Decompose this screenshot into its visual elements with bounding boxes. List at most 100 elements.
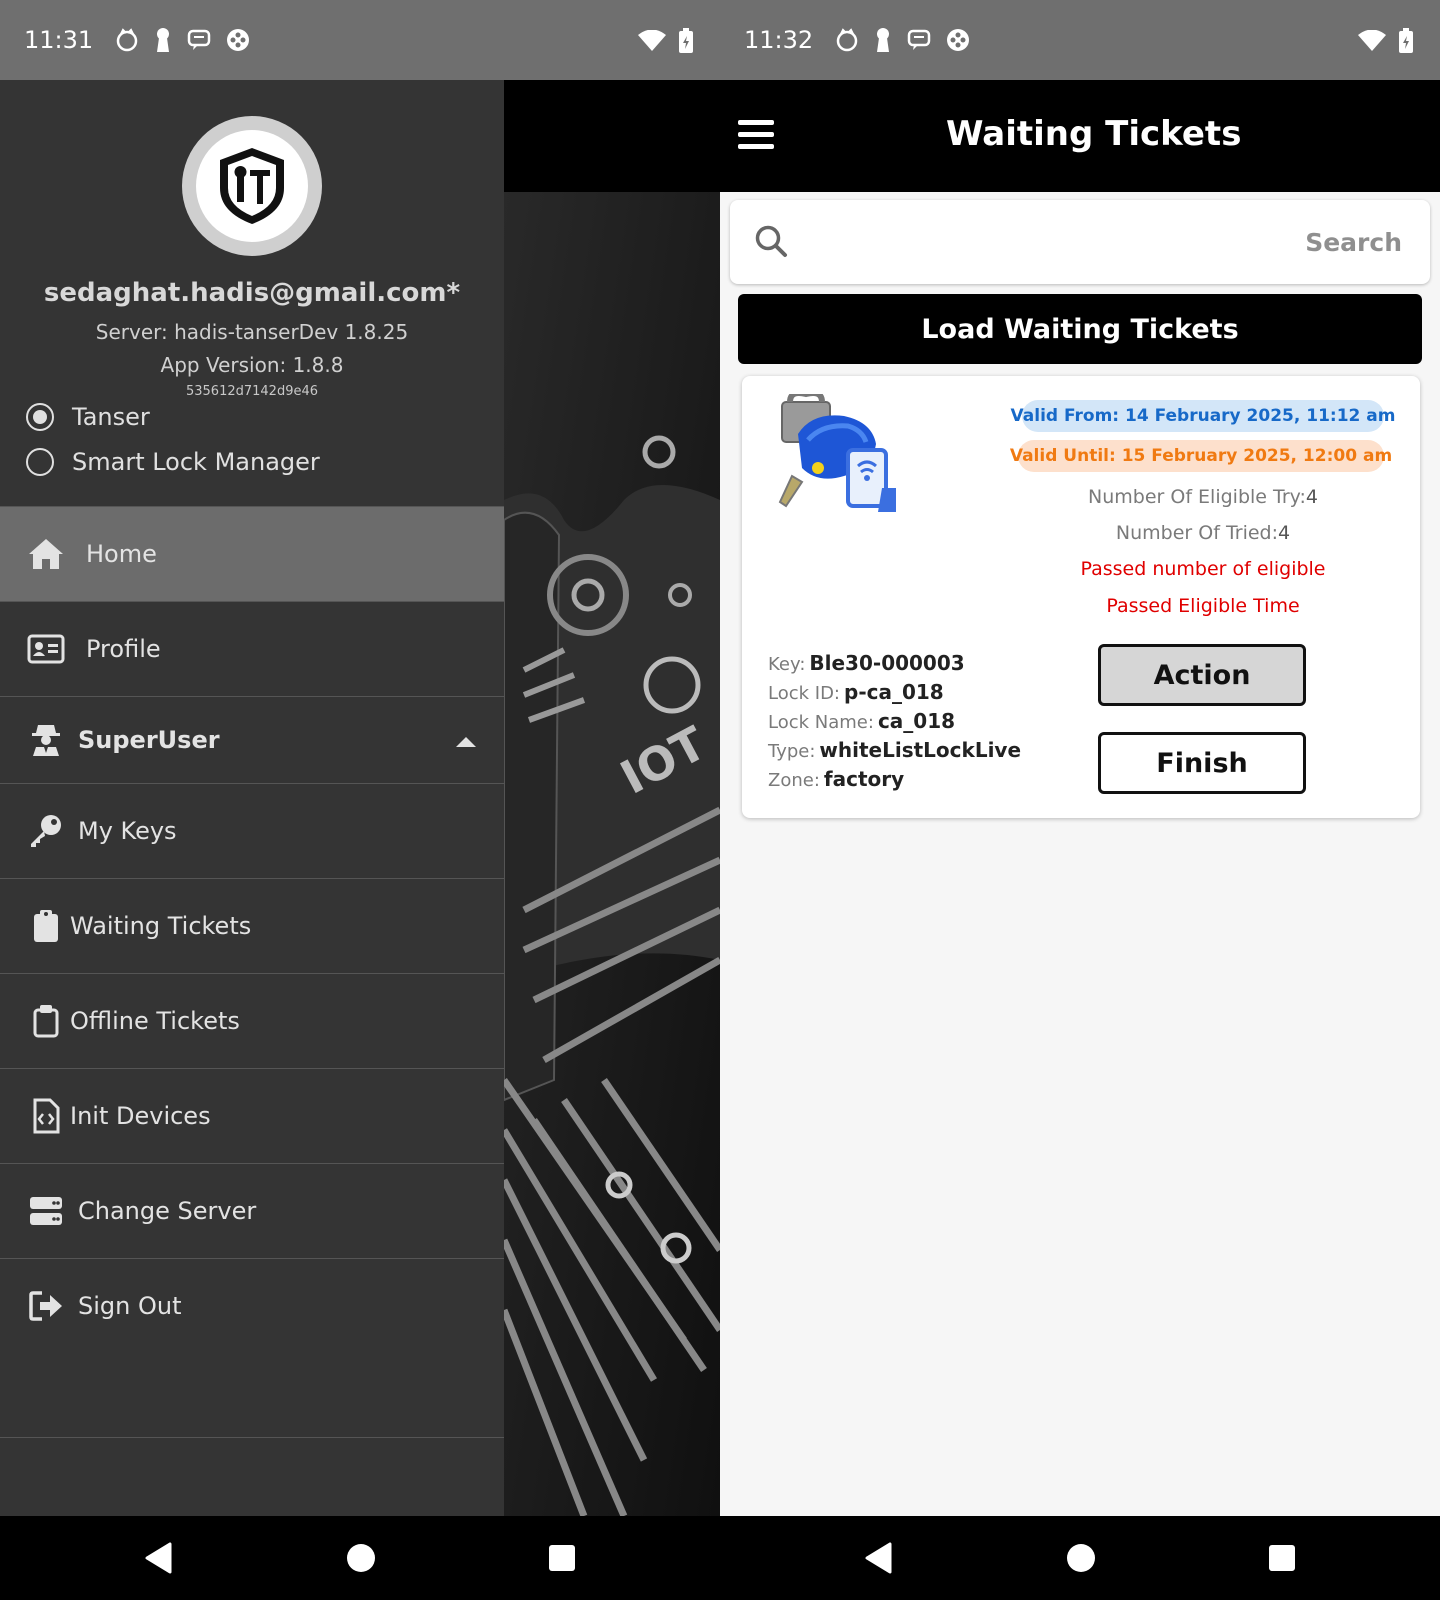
gamepad-notification-icon — [947, 29, 970, 51]
server-icon — [26, 1191, 66, 1231]
wifi-icon — [1358, 30, 1386, 51]
menu-item-label: Waiting Tickets — [70, 912, 252, 940]
lock-name-label: Lock Name: — [768, 712, 874, 733]
chat-notification-icon — [187, 29, 211, 50]
type-row: Type: whiteListLockLive — [768, 738, 1021, 762]
main-content: Search Load Waiting Tickets Valid From: … — [720, 192, 1440, 1516]
load-waiting-tickets-button[interactable]: Load Waiting Tickets — [738, 294, 1422, 364]
menu-item-label: Offline Tickets — [70, 1007, 240, 1035]
menu-item-change-server[interactable]: Change Server — [0, 1163, 504, 1258]
lock-name-value: ca_018 — [877, 709, 956, 733]
file-code-icon — [26, 1096, 66, 1136]
sign-out-icon — [26, 1286, 66, 1326]
valid-until-badge: Valid Until: 15 February 2025, 12:00 am — [1010, 440, 1392, 472]
home-icon — [26, 534, 66, 574]
drawer-scrim-top — [504, 80, 720, 192]
gamepad-notification-icon — [227, 29, 250, 51]
menu-item-label: Home — [86, 540, 157, 568]
menu-item-superuser[interactable]: SuperUser — [0, 696, 504, 783]
key-value: Ble30-000003 — [809, 651, 965, 675]
recents-icon[interactable] — [548, 1542, 576, 1574]
keyhole-notification-icon — [157, 28, 170, 52]
system-navigation-bar — [0, 1516, 1440, 1600]
menu-item-profile[interactable]: Profile — [0, 601, 504, 696]
menu-item-label: My Keys — [78, 817, 177, 845]
menu-item-waiting-tickets[interactable]: Waiting Tickets — [0, 878, 504, 973]
shield-logo-icon — [220, 148, 284, 224]
eligible-try-label: Number Of Eligible Try: — [1088, 486, 1306, 508]
id-card-icon — [26, 629, 66, 669]
caret-up-icon[interactable] — [454, 735, 478, 749]
lock-id-row: Lock ID: p-ca_018 — [768, 680, 944, 704]
menu-divider — [0, 1437, 504, 1438]
menu-item-init-devices[interactable]: Init Devices — [0, 1068, 504, 1163]
tried-value: 4 — [1278, 522, 1291, 544]
mode-option-smart-lock-manager[interactable]: Smart Lock Manager — [26, 448, 320, 476]
navigation-drawer: sedaghat.hadis@gmail.com* Server: hadis-… — [0, 80, 504, 1516]
back-icon[interactable] — [144, 1542, 174, 1574]
menu-item-my-keys[interactable]: My Keys — [0, 783, 504, 878]
background-image: IOT — [504, 80, 720, 1516]
status-bar-left: 11:31 — [0, 0, 720, 80]
back-icon[interactable] — [864, 1542, 894, 1574]
finish-button[interactable]: Finish — [1098, 732, 1306, 794]
user-email: sedaghat.hadis@gmail.com* — [43, 278, 461, 308]
menu-item-label: SuperUser — [78, 726, 220, 754]
battery-icon — [679, 28, 693, 53]
menu-item-label: Profile — [86, 635, 161, 663]
mode-option-tanser[interactable]: Tanser — [26, 403, 150, 431]
lock-id-label: Lock ID: — [768, 683, 840, 704]
mode-option-label: Smart Lock Manager — [72, 448, 320, 476]
home-nav-icon[interactable] — [1066, 1542, 1096, 1574]
radio-selected-icon[interactable] — [26, 403, 54, 431]
search-placeholder: Search — [1305, 228, 1402, 257]
hamburger-menu-icon[interactable] — [738, 120, 774, 150]
smart-key-image — [778, 394, 896, 512]
menu-item-label: Init Devices — [70, 1102, 211, 1130]
mode-option-label: Tanser — [72, 403, 150, 431]
chat-notification-icon — [907, 29, 931, 50]
menu-item-label: Sign Out — [78, 1292, 182, 1320]
menu-item-sign-out[interactable]: Sign Out — [0, 1258, 504, 1353]
type-value: whiteListLockLive — [819, 738, 1022, 762]
menu-item-offline-tickets[interactable]: Offline Tickets — [0, 973, 504, 1068]
key-icon — [26, 811, 66, 851]
valid-from-badge: Valid From: 14 February 2025, 11:12 am — [1011, 400, 1395, 432]
app-version: App Version: 1.8.8 — [160, 353, 344, 377]
ticket-card: Valid From: 14 February 2025, 11:12 am V… — [742, 376, 1420, 818]
search-icon — [755, 225, 787, 257]
status-time: 11:32 — [744, 26, 814, 54]
eligible-try-row: Number Of Eligible Try:4 — [1022, 486, 1384, 508]
menu-item-home[interactable]: Home — [0, 506, 504, 601]
drawer-header: sedaghat.hadis@gmail.com* Server: hadis-… — [0, 80, 504, 506]
keyhole-notification-icon — [877, 28, 890, 52]
battery-icon — [1399, 28, 1413, 53]
page-title: Waiting Tickets — [946, 114, 1242, 154]
status-bar-right: 11:32 — [720, 0, 1440, 80]
cat-notification-icon — [116, 28, 138, 52]
action-button[interactable]: Action — [1098, 644, 1306, 706]
recents-icon[interactable] — [1268, 1542, 1296, 1574]
status-time: 11:31 — [24, 26, 94, 54]
warning-eligible-time: Passed Eligible Time — [1106, 595, 1300, 617]
zone-row: Zone: factory — [768, 767, 904, 791]
radio-unselected-icon[interactable] — [26, 448, 54, 476]
type-label: Type: — [768, 741, 816, 762]
search-input[interactable]: Search — [730, 200, 1430, 284]
user-secret-icon — [26, 720, 66, 760]
clipboard-outline-icon — [26, 1001, 66, 1041]
home-nav-icon[interactable] — [346, 1542, 376, 1574]
zone-label: Zone: — [768, 770, 820, 791]
key-row: Key: Ble30-000003 — [768, 651, 965, 675]
circuit-lock-illustration: IOT — [504, 80, 720, 1516]
app-bar: Waiting Tickets — [720, 80, 1440, 192]
server-info: Server: hadis-tanserDev 1.8.25 — [95, 320, 409, 344]
menu-item-label: Change Server — [78, 1197, 257, 1225]
tried-row: Number Of Tried:4 — [1022, 522, 1384, 544]
eligible-try-value: 4 — [1305, 486, 1318, 508]
lock-id-value: p-ca_018 — [844, 680, 944, 704]
clipboard-icon — [26, 906, 66, 946]
key-label: Key: — [768, 654, 806, 675]
lock-name-row: Lock Name: ca_018 — [768, 709, 955, 733]
app-logo — [182, 116, 322, 256]
